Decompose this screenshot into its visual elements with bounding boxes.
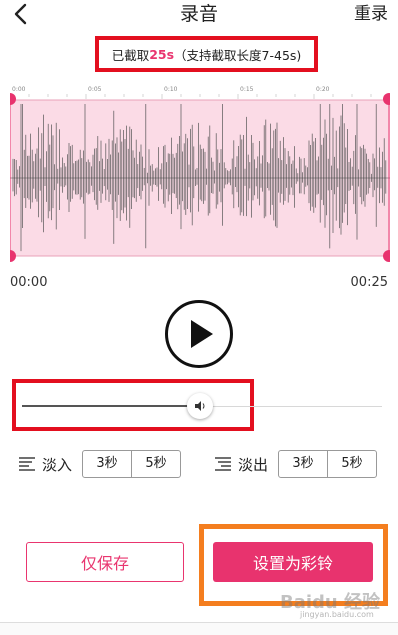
set-ringtone-button[interactable]: 设置为彩铃	[213, 542, 373, 582]
waveform-tick-label: 0:10	[164, 86, 178, 93]
watermark-url: jingyan.baidu.com	[300, 610, 374, 619]
time-start-label: 00:00	[10, 275, 48, 290]
waveform-tick-label: 0:00	[12, 86, 26, 93]
page-title: 录音	[179, 3, 218, 25]
fade-in-5s-option[interactable]: 5秒	[131, 451, 180, 477]
fade-in-label: 淡入	[42, 455, 73, 474]
waveform-editor[interactable]: 0:00 0:05 0:10 0:15 0:20	[10, 82, 390, 262]
re-record-button[interactable]: 重录	[354, 2, 388, 26]
save-only-button[interactable]: 仅保存	[26, 542, 184, 582]
clip-range-hint: （支持截取长度7-45s)	[174, 47, 302, 63]
volume-slider-track[interactable]	[208, 406, 382, 407]
fade-out-3s-option[interactable]: 3秒	[279, 451, 327, 477]
fade-out-icon	[215, 457, 231, 471]
fade-out-options: 3秒 5秒	[278, 450, 378, 478]
waveform-tick-label: 0:05	[88, 86, 102, 93]
fade-out-5s-option[interactable]: 5秒	[327, 451, 376, 477]
volume-slider-thumb[interactable]	[187, 393, 213, 419]
fade-out-control: 淡出 3秒 5秒	[214, 450, 378, 478]
volume-slider-filled[interactable]	[22, 405, 194, 407]
waveform-tick-label: 0:15	[240, 86, 254, 93]
fade-in-icon	[19, 457, 35, 471]
clip-length-info: 已截取 25s （支持截取长度7-45s)	[95, 36, 318, 72]
play-button[interactable]	[165, 300, 233, 368]
fade-in-3s-option[interactable]: 3秒	[83, 451, 131, 477]
top-bar: 录音 重录	[0, 0, 398, 30]
fade-in-control: 淡入 3秒 5秒	[18, 450, 182, 478]
fade-in-options: 3秒 5秒	[82, 450, 182, 478]
fade-out-label: 淡出	[238, 455, 269, 474]
clip-prefix: 已截取	[111, 47, 150, 63]
time-end-label: 00:25	[350, 275, 388, 290]
speaker-icon	[195, 401, 205, 411]
play-icon	[191, 320, 213, 348]
waveform-tick-label: 0:20	[316, 86, 330, 93]
clip-duration: 25s	[149, 46, 175, 62]
bottom-edge	[0, 622, 398, 635]
